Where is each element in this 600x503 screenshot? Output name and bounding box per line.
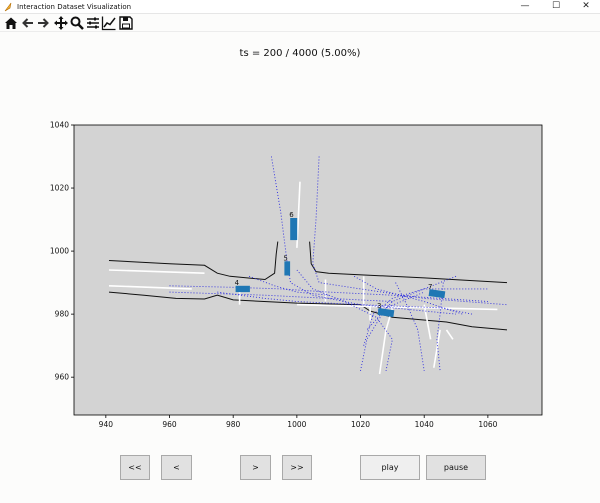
plot-title: ts = 200 / 4000 (5.00%) (239, 48, 361, 59)
zoom-icon[interactable] (69, 15, 85, 31)
lane-marking (423, 304, 432, 340)
window-titlebar: Interaction Dataset Visualization — ☐ ✕ (0, 0, 600, 14)
y-tick-label: 960 (55, 373, 70, 382)
edit-axis-icon[interactable] (101, 15, 117, 31)
vehicle-label: 3 (377, 302, 381, 310)
reference-path (169, 285, 488, 302)
vehicle-label: 4 (235, 279, 240, 287)
last-frame-button[interactable]: >> (282, 455, 312, 480)
close-button[interactable]: ✕ (573, 0, 599, 14)
reference-path (436, 282, 444, 371)
reference-path (296, 269, 393, 371)
app-feather-icon (4, 2, 12, 12)
reference-path (353, 275, 463, 315)
vehicle-label: 6 (289, 211, 294, 219)
vehicle-label: 5 (283, 254, 287, 262)
next-frame-button[interactable]: > (240, 455, 271, 480)
vehicle-5 (284, 261, 291, 276)
vehicle-4 (235, 285, 250, 293)
reference-path (217, 291, 473, 315)
pan-icon[interactable] (53, 15, 69, 31)
axes-frame (73, 124, 543, 416)
y-tick-label: 1000 (50, 247, 69, 256)
play-button[interactable]: play (360, 455, 420, 480)
previous-frame-button[interactable]: < (161, 455, 192, 480)
road-boundary (309, 241, 508, 284)
map-plot: 4 5 6 3 7 940 960 980 1000 1020 1040 1060 960 980 100… (50, 121, 543, 429)
home-icon[interactable] (3, 15, 19, 31)
pause-button[interactable]: pause (426, 455, 486, 480)
x-tick-label: 940 (99, 420, 114, 429)
vehicle-7 (428, 289, 446, 299)
y-tick-label: 1020 (50, 184, 69, 193)
reference-path (270, 156, 457, 315)
save-icon[interactable] (118, 15, 134, 31)
reference-path (366, 275, 457, 331)
x-tick-label: 1060 (478, 420, 497, 429)
lane-marking (378, 329, 387, 375)
lane-marking (385, 307, 394, 331)
navigation-toolbar (0, 14, 600, 32)
lane-marking (108, 285, 192, 290)
reference-path (360, 291, 425, 371)
x-tick-label: 1040 (415, 420, 434, 429)
x-tick-label: 980 (226, 420, 241, 429)
x-tick-label: 1000 (287, 420, 306, 429)
lane-marking (296, 181, 301, 248)
y-tick-label: 980 (55, 310, 70, 319)
lane-marking (296, 303, 498, 311)
forward-arrow-icon[interactable] (35, 15, 51, 31)
plot-area[interactable] (74, 125, 542, 415)
vehicle-label: 7 (428, 283, 432, 291)
x-tick-label: 960 (162, 420, 177, 429)
vehicle-6 (290, 218, 298, 241)
lane-marking (433, 329, 441, 368)
lane-marking (108, 269, 205, 274)
lane-marking (445, 329, 454, 340)
reference-path (312, 156, 508, 306)
x-tick-label: 1020 (351, 420, 370, 429)
maximize-button[interactable]: ☐ (543, 0, 569, 14)
road-boundary (108, 291, 508, 331)
first-frame-button[interactable]: << (120, 455, 150, 480)
reference-path (169, 291, 393, 302)
reference-path (363, 288, 488, 346)
road-boundary (108, 241, 279, 281)
configure-subplots-icon[interactable] (85, 15, 101, 31)
y-tick-label: 1040 (50, 121, 69, 130)
back-arrow-icon[interactable] (20, 15, 36, 31)
vehicle-3 (377, 308, 395, 318)
reference-path (395, 282, 425, 371)
minimize-button[interactable]: — (512, 0, 538, 14)
window-title: Interaction Dataset Visualization (17, 3, 132, 11)
reference-path (248, 275, 329, 296)
